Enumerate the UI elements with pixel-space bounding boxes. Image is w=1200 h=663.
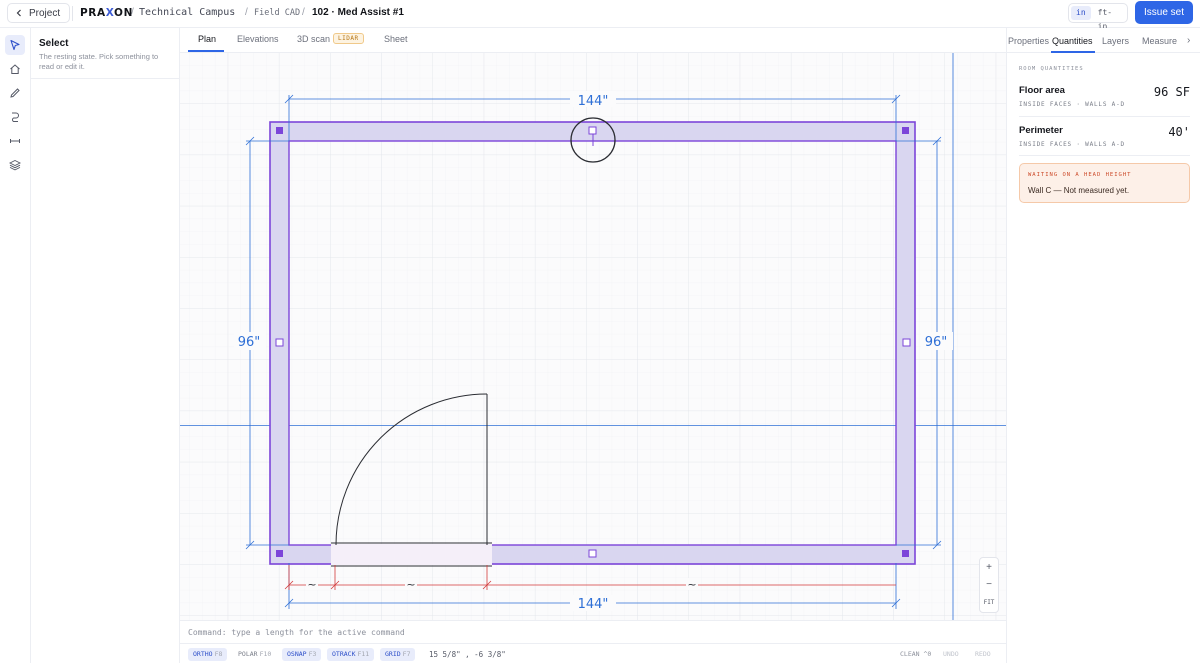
lidar-badge: LIDAR [333,33,364,44]
pencil-icon [10,88,20,98]
active-tab-indicator [1051,51,1095,53]
door-width-label[interactable]: ~ [406,578,415,591]
head-height-warning[interactable]: WAITING ON A HEAD HEIGHT Wall C — Not me… [1019,163,1190,203]
home-icon [10,64,20,74]
command-line[interactable]: Command: type a length for the active co… [180,620,1006,643]
plan-canvas[interactable]: 144" 144" 96" 96" ~ ~ ~ [180,53,1006,620]
osnap-toggle[interactable]: OSNAP F3 [282,648,322,661]
door-opening[interactable] [331,544,492,565]
dimension-tool-button[interactable] [5,131,25,151]
divider [31,78,180,79]
layers-icon [9,159,21,171]
command-prompt[interactable]: Command: type a length for the active co… [188,628,405,637]
draw-tool-button[interactable] [5,83,25,103]
floor-area-value: 96 SF [1153,85,1190,99]
dim-left-label[interactable]: 96" [238,335,261,350]
floor-area-label: Floor area [1019,85,1065,96]
breadcrumb-separator: / [245,7,248,18]
midpoint-handle[interactable] [588,549,597,558]
divider [1019,116,1190,117]
active-tab-indicator [188,50,224,52]
unit-toggle: in ft-in [1068,3,1128,31]
door-offset-label[interactable]: ~ [307,578,316,591]
section-title: ROOM QUANTITIES [1019,66,1084,72]
dim-right-label[interactable]: 96" [925,335,948,350]
tab-plan[interactable]: Plan [198,34,216,44]
warning-text: Wall C — Not measured yet. [1028,186,1130,195]
otrack-toggle[interactable]: OTRACK F11 [327,648,375,661]
midpoint-handle[interactable] [275,338,284,347]
breadcrumb-separator: / [131,7,134,18]
tab-3d-scan[interactable]: 3D scan [297,34,330,44]
corner-handle[interactable] [902,127,909,134]
dim-top-label[interactable]: 144" [578,94,609,109]
back-label: Project [29,7,61,19]
tab-layers[interactable]: Layers [1102,36,1129,46]
tool-rail [0,28,31,663]
cursor-coordinates: 15 5/8" , -6 3/8" [429,650,506,659]
floor-plan-drawing[interactable]: 144" 144" 96" 96" ~ ~ ~ [180,53,1006,620]
corner-handle[interactable] [276,550,283,557]
unit-feet-inch-option[interactable]: ft-in [1093,6,1125,31]
floor-area-subtitle: INSIDE FACES · WALLS A-D [1019,101,1125,108]
redo-button[interactable]: REDO [975,650,991,658]
tool-title: Select [39,38,69,49]
midpoint-handle[interactable] [902,338,911,347]
tab-measure[interactable]: Measure [1142,36,1177,46]
inspector-tabs: Properties Quantities Layers Measure › [1007,28,1200,53]
tab-properties[interactable]: Properties [1008,36,1049,46]
polar-toggle[interactable]: POLAR F10 [233,648,276,661]
undo-button[interactable]: UNDO [943,650,959,658]
dim-bottom-label[interactable]: 144" [578,597,609,612]
app-logo[interactable]: PRAXON [80,7,133,19]
breadcrumb-campus[interactable]: Technical Campus [139,7,235,18]
door-remainder-label[interactable]: ~ [687,578,696,591]
tool-description: The resting state. Pick something to rea… [39,52,159,71]
cursor-arrow-icon [10,39,20,51]
midpoint-handle[interactable] [588,126,597,135]
zoom-fit-button[interactable]: FIT [980,599,998,606]
back-to-project-button[interactable]: Project [7,3,71,23]
select-tool-button[interactable] [5,35,25,55]
ruler-dimension-icon [10,139,20,143]
zoom-in-button[interactable]: + [980,562,998,573]
tab-sheet[interactable]: Sheet [384,34,408,44]
corner-handle[interactable] [902,550,909,557]
warning-title: WAITING ON A HEAD HEIGHT [1028,172,1132,178]
breadcrumb-field-cad[interactable]: Field CAD [254,8,300,18]
perimeter-label: Perimeter [1019,125,1063,136]
zoom-controls: + − FIT [979,557,999,613]
tab-quantities[interactable]: Quantities [1052,36,1093,46]
breadcrumb-separator: / [302,7,305,18]
tab-elevations[interactable]: Elevations [237,34,279,44]
grid-toggle[interactable]: GRID F7 [380,648,416,661]
chevron-right-icon[interactable]: › [1187,35,1190,46]
corner-handle[interactable] [276,127,283,134]
curve-icon [11,112,19,122]
breadcrumb-room: 102 · Med Assist #1 [312,7,404,18]
clean-toggle[interactable]: CLEAN ^0 [900,650,931,658]
perimeter-value: 40' [1168,125,1190,139]
layers-tool-button[interactable] [5,155,25,175]
tool-info-panel: Select The resting state. Pick something… [31,28,180,663]
curve-tool-button[interactable] [5,107,25,127]
ortho-toggle[interactable]: ORTHO F8 [188,648,228,661]
view-tabs: Plan Elevations 3D scan LIDAR Sheet [180,28,1006,53]
zoom-out-button[interactable]: − [980,579,998,590]
chevron-left-icon [16,9,21,17]
divider [1019,155,1190,156]
top-bar: Project PRAXON / Technical Campus / Fiel… [0,0,1200,31]
perimeter-subtitle: INSIDE FACES · WALLS A-D [1019,141,1125,148]
unit-inch-option[interactable]: in [1071,6,1091,20]
inspector-panel: Properties Quantities Layers Measure › R… [1006,28,1200,663]
room-tool-button[interactable] [5,59,25,79]
divider [72,6,73,21]
status-bar: ORTHO F8 POLAR F10 OSNAP F3 OTRACK F11 GRID F… [180,643,1006,663]
issue-set-button[interactable]: Issue set [1135,1,1193,24]
